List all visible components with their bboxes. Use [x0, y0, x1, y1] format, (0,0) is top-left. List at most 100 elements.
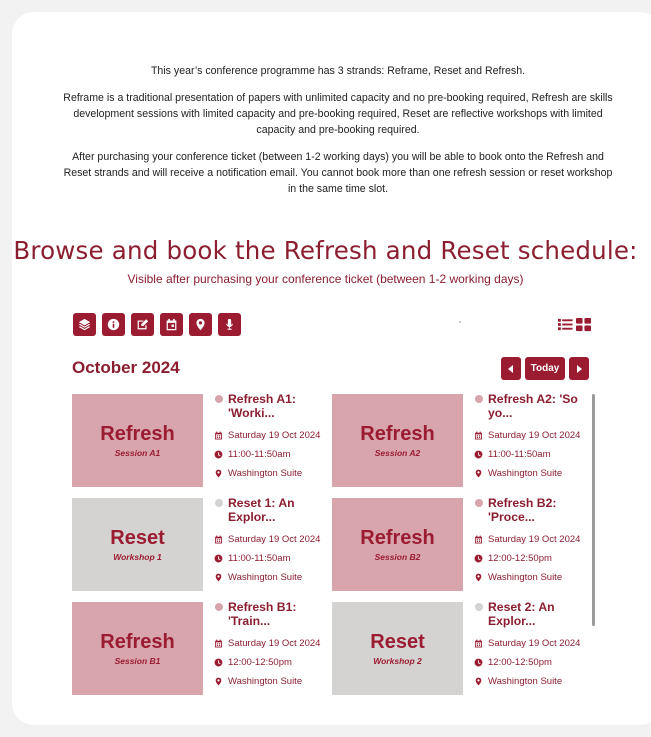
previous-button[interactable]: [501, 357, 521, 380]
clock-icon: [474, 450, 483, 459]
event-location: Washington Suite: [214, 672, 332, 691]
event-location: Washington Suite: [214, 464, 332, 483]
event-location: Washington Suite: [474, 568, 592, 587]
event-info: Reset 2: An Explor... Saturday 19 Oct 20…: [474, 600, 592, 691]
event-time: 11:00-11:50am: [214, 445, 332, 464]
event-thumbnail[interactable]: Refresh Session A2: [332, 394, 463, 487]
calendar-nav: Today: [501, 357, 589, 380]
clock-icon: [474, 658, 483, 667]
thumbnail-title: Reset: [370, 631, 425, 653]
clock-icon: [474, 554, 483, 563]
view-toggle: [558, 317, 591, 332]
calendar-icon: [215, 431, 222, 440]
location-icon: [475, 469, 482, 478]
event-card[interactable]: Reset Workshop 2 Reset 2: An Explor... S…: [332, 600, 592, 696]
separator-dot: [459, 321, 461, 323]
event-card[interactable]: Refresh Session B1 Refresh B1: 'Train...…: [72, 600, 332, 696]
event-time: 12:00-12:50pm: [214, 653, 332, 672]
edit-icon: [137, 319, 149, 330]
thumbnail-title: Refresh: [360, 423, 435, 445]
event-date: Saturday 19 Oct 2024: [474, 634, 592, 653]
intro-paragraph-2: Reframe is a traditional presentation of…: [63, 92, 613, 136]
event-thumbnail[interactable]: Reset Workshop 2: [332, 602, 463, 695]
calendar-icon: [215, 535, 222, 544]
info-icon: [107, 318, 120, 331]
intro-text: This year’s conference programme has 3 s…: [60, 63, 616, 208]
event-date: Saturday 19 Oct 2024: [214, 426, 332, 445]
event-date: Saturday 19 Oct 2024: [474, 530, 592, 549]
thumbnail-subtitle: Session B1: [114, 656, 161, 666]
intro-paragraph-1: This year’s conference programme has 3 s…: [150, 65, 526, 77]
event-title[interactable]: Refresh A1: 'Worki...: [214, 392, 332, 420]
event-title[interactable]: Reset 1: An Explor...: [214, 496, 332, 524]
location-icon: [215, 677, 222, 686]
location-button[interactable]: [189, 313, 212, 336]
thumbnail-title: Refresh: [360, 527, 435, 549]
event-card[interactable]: Refresh Session A2 Refresh A2: 'So yo...…: [332, 392, 592, 492]
thumbnail-subtitle: Session B2: [374, 552, 421, 562]
location-icon: [475, 677, 482, 686]
calendar-button[interactable]: [160, 313, 183, 336]
thumbnail-title: Refresh: [100, 423, 175, 445]
event-card[interactable]: Refresh Session A1 Refresh A1: 'Worki...…: [72, 392, 332, 492]
event-thumbnail[interactable]: Refresh Session B2: [332, 498, 463, 591]
caret-left-icon: [508, 364, 513, 373]
info-button[interactable]: [102, 313, 125, 336]
event-title[interactable]: Reset 2: An Explor...: [474, 600, 592, 628]
category-dot: [215, 499, 223, 507]
event-title[interactable]: Refresh B1: 'Train...: [214, 600, 332, 628]
event-info: Reset 1: An Explor... Saturday 19 Oct 20…: [214, 496, 332, 587]
event-card[interactable]: Reset Workshop 1 Reset 1: An Explor... S…: [72, 496, 332, 596]
event-thumbnail[interactable]: Reset Workshop 1: [72, 498, 203, 591]
calendar-icon: [475, 535, 482, 544]
list-view-icon[interactable]: [558, 317, 573, 332]
clock-icon: [214, 554, 223, 563]
event-time: 12:00-12:50pm: [474, 653, 592, 672]
thumbnail-subtitle: Session A1: [114, 448, 161, 458]
browse-subtitle: Visible after purchasing your conference…: [127, 272, 524, 286]
thumbnail-subtitle: Workshop 2: [373, 656, 422, 666]
event-card[interactable]: Refresh Session B2 Refresh B2: 'Proce...…: [332, 496, 592, 596]
event-info: Refresh B2: 'Proce... Saturday 19 Oct 20…: [474, 496, 592, 587]
calendar-icon: [215, 639, 222, 648]
event-time: 11:00-11:50am: [474, 445, 592, 464]
location-icon: [215, 469, 222, 478]
layers-button[interactable]: [73, 313, 96, 336]
event-date: Saturday 19 Oct 2024: [214, 634, 332, 653]
calendar-toolbar: [73, 313, 241, 336]
location-icon: [215, 573, 222, 582]
edit-button[interactable]: [131, 313, 154, 336]
browse-title: Browse and book the Refresh and Reset sc…: [13, 236, 638, 265]
event-thumbnail[interactable]: Refresh Session A1: [72, 394, 203, 487]
next-button[interactable]: [569, 357, 589, 380]
event-location: Washington Suite: [214, 568, 332, 587]
location-icon: [475, 573, 482, 582]
intro-paragraph-3: After purchasing your conference ticket …: [63, 151, 613, 195]
event-grid: Refresh Session A1 Refresh A1: 'Worki...…: [72, 392, 592, 696]
layers-icon: [78, 318, 91, 331]
event-time: 12:00-12:50pm: [474, 549, 592, 568]
today-button[interactable]: Today: [525, 357, 565, 380]
category-dot: [475, 499, 483, 507]
event-date: Saturday 19 Oct 2024: [214, 530, 332, 549]
category-dot: [215, 395, 223, 403]
event-title[interactable]: Refresh B2: 'Proce...: [474, 496, 592, 524]
event-location: Washington Suite: [474, 672, 592, 691]
calendar-icon: [166, 318, 177, 331]
event-time: 11:00-11:50am: [214, 549, 332, 568]
event-info: Refresh B1: 'Train... Saturday 19 Oct 20…: [214, 600, 332, 691]
event-info: Refresh A2: 'So yo... Saturday 19 Oct 20…: [474, 392, 592, 483]
caret-right-icon: [577, 364, 582, 373]
microphone-button[interactable]: [218, 313, 241, 336]
event-scrollbar[interactable]: [592, 394, 595, 626]
thumbnail-title: Reset: [110, 527, 165, 549]
event-date: Saturday 19 Oct 2024: [474, 426, 592, 445]
event-thumbnail[interactable]: Refresh Session B1: [72, 602, 203, 695]
grid-view-icon[interactable]: [576, 317, 591, 332]
event-info: Refresh A1: 'Worki... Saturday 19 Oct 20…: [214, 392, 332, 483]
clock-icon: [214, 658, 223, 667]
event-title[interactable]: Refresh A2: 'So yo...: [474, 392, 592, 420]
location-icon: [196, 318, 205, 331]
thumbnail-title: Refresh: [100, 631, 175, 653]
clock-icon: [214, 450, 223, 459]
